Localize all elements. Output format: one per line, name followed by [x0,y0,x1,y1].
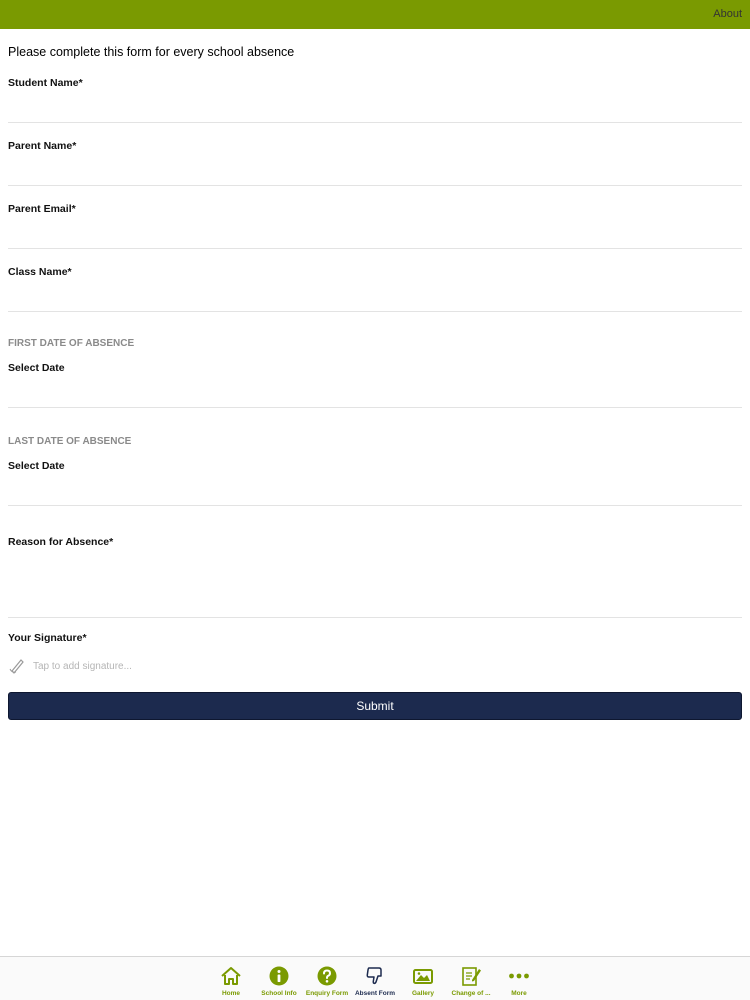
thumbs-down-icon [364,965,386,987]
reason-field: Reason for Absence* [8,536,742,618]
more-icon [508,965,530,987]
class-name-field: Class Name* [8,266,742,312]
class-name-label: Class Name* [8,266,72,278]
form-intro-text: Please complete this form for every scho… [8,45,295,59]
tab-label: School Info [261,990,297,997]
info-icon [268,965,290,987]
tab-change-of[interactable]: Change of ... [447,957,495,1000]
tab-gallery[interactable]: Gallery [399,957,447,1000]
tab-label: Enquiry Form [305,990,349,997]
submit-button[interactable]: Submit [8,692,742,720]
tab-home[interactable]: Home [207,957,255,1000]
first-date-picker[interactable]: Select Date [8,362,742,408]
signature-label: Your Signature* [8,632,87,644]
first-date-label: Select Date [8,362,65,374]
tab-label: Absent Form [354,990,396,997]
parent-email-input[interactable] [8,215,742,243]
parent-name-field: Parent Name* [8,140,742,186]
tab-label: Home [221,990,241,997]
parent-name-label: Parent Name* [8,140,77,152]
tab-absent-form[interactable]: Absent Form [351,957,399,1000]
student-name-field: Student Name* [8,77,742,123]
last-date-heading: LAST DATE OF ABSENCE [8,436,132,447]
home-icon [220,965,242,987]
edit-form-icon [460,965,482,987]
reason-label: Reason for Absence* [8,536,114,548]
first-date-heading: FIRST DATE OF ABSENCE [8,338,135,349]
signature-pad[interactable]: Tap to add signature... [8,656,742,676]
student-name-label: Student Name* [8,77,83,89]
signature-placeholder: Tap to add signature... [33,660,132,672]
top-bar: About [0,0,750,29]
tab-label: More [511,990,527,997]
reason-textarea[interactable] [8,548,742,612]
tab-school-info[interactable]: School Info [255,957,303,1000]
student-name-input[interactable] [8,89,742,117]
gallery-icon [412,965,434,987]
parent-email-label: Parent Email* [8,203,76,215]
class-name-input[interactable] [8,278,742,306]
bottom-tab-bar: Home School Info Enquiry Form Absent For… [0,956,750,1000]
about-link[interactable]: About [713,8,742,20]
question-icon [316,965,338,987]
parent-name-input[interactable] [8,152,742,180]
last-date-label: Select Date [8,460,65,472]
pen-icon [8,657,26,675]
tab-more[interactable]: More [495,957,543,1000]
parent-email-field: Parent Email* [8,203,742,249]
last-date-picker[interactable]: Select Date [8,460,742,506]
tab-label: Gallery [411,990,435,997]
tab-label: Change of ... [451,990,491,997]
tab-enquiry-form[interactable]: Enquiry Form [303,957,351,1000]
